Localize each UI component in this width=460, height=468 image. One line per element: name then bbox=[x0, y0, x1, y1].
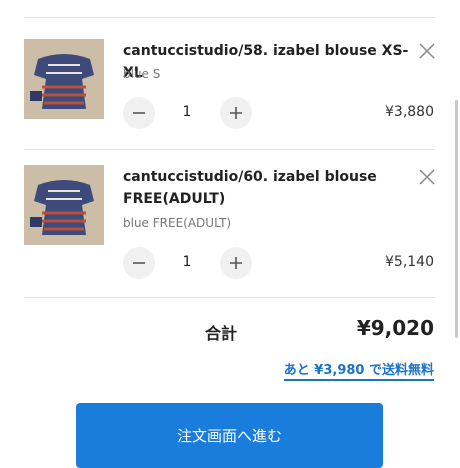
minus-icon[interactable] bbox=[123, 247, 155, 279]
total-label: 合計 bbox=[205, 324, 238, 343]
top-divider bbox=[24, 17, 435, 18]
plus-icon[interactable] bbox=[220, 97, 252, 129]
summary-divider bbox=[24, 297, 435, 298]
plus-icon[interactable] bbox=[220, 247, 252, 279]
item-variant: blue S bbox=[123, 67, 161, 81]
item-divider bbox=[24, 149, 435, 150]
scrollbar[interactable] bbox=[455, 100, 458, 338]
close-icon[interactable] bbox=[418, 168, 436, 186]
minus-icon[interactable] bbox=[123, 97, 155, 129]
free-shipping-link[interactable]: あと ¥3,980 で送料無料 bbox=[283, 359, 434, 381]
product-thumbnail[interactable] bbox=[24, 165, 104, 245]
product-thumbnail[interactable] bbox=[24, 39, 104, 119]
item-variant: blue FREE(ADULT) bbox=[123, 216, 232, 230]
item-price: ¥3,880 bbox=[385, 104, 434, 120]
checkout-button[interactable]: 注文画面へ進む bbox=[76, 403, 383, 468]
item-price: ¥5,140 bbox=[385, 254, 434, 270]
item-title[interactable]: cantuccistudio/60. izabel blouse FREE(AD… bbox=[123, 166, 423, 210]
close-icon[interactable] bbox=[418, 42, 436, 60]
checkout-button-label: 注文画面へ進む bbox=[176, 427, 282, 445]
quantity-value[interactable]: 1 bbox=[176, 104, 198, 120]
total-value: ¥9,020 bbox=[356, 316, 434, 340]
quantity-value[interactable]: 1 bbox=[176, 254, 198, 270]
item-title[interactable]: cantuccistudio/58. izabel blouse XS-XL bbox=[123, 40, 423, 84]
